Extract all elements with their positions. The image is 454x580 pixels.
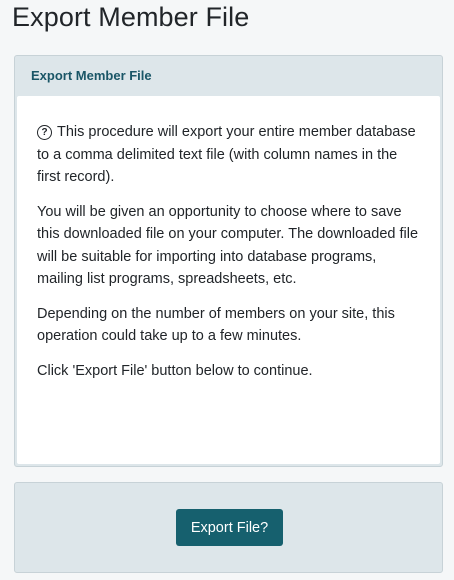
- export-file-button[interactable]: Export File?: [176, 509, 283, 546]
- page-title: Export Member File: [12, 2, 250, 32]
- card-body: ? This procedure will export your entire …: [17, 96, 440, 464]
- duration-info-paragraph: Depending on the number of members on yo…: [37, 305, 395, 345]
- intro-paragraph: ? This procedure will export your entire …: [37, 121, 422, 189]
- page: Export Member File Export Member File ? T…: [0, 0, 454, 580]
- question-circle-icon: ?: [37, 125, 52, 140]
- instruction-paragraph: Click 'Export File' button below to cont…: [37, 362, 313, 379]
- action-panel: Export File?: [14, 482, 443, 573]
- export-member-card: Export Member File ? This procedure will …: [14, 55, 443, 467]
- intro-text: This procedure will export your entire m…: [37, 124, 416, 185]
- card-header: Export Member File: [31, 68, 152, 83]
- download-info-paragraph: You will be given an opportunity to choo…: [37, 203, 419, 288]
